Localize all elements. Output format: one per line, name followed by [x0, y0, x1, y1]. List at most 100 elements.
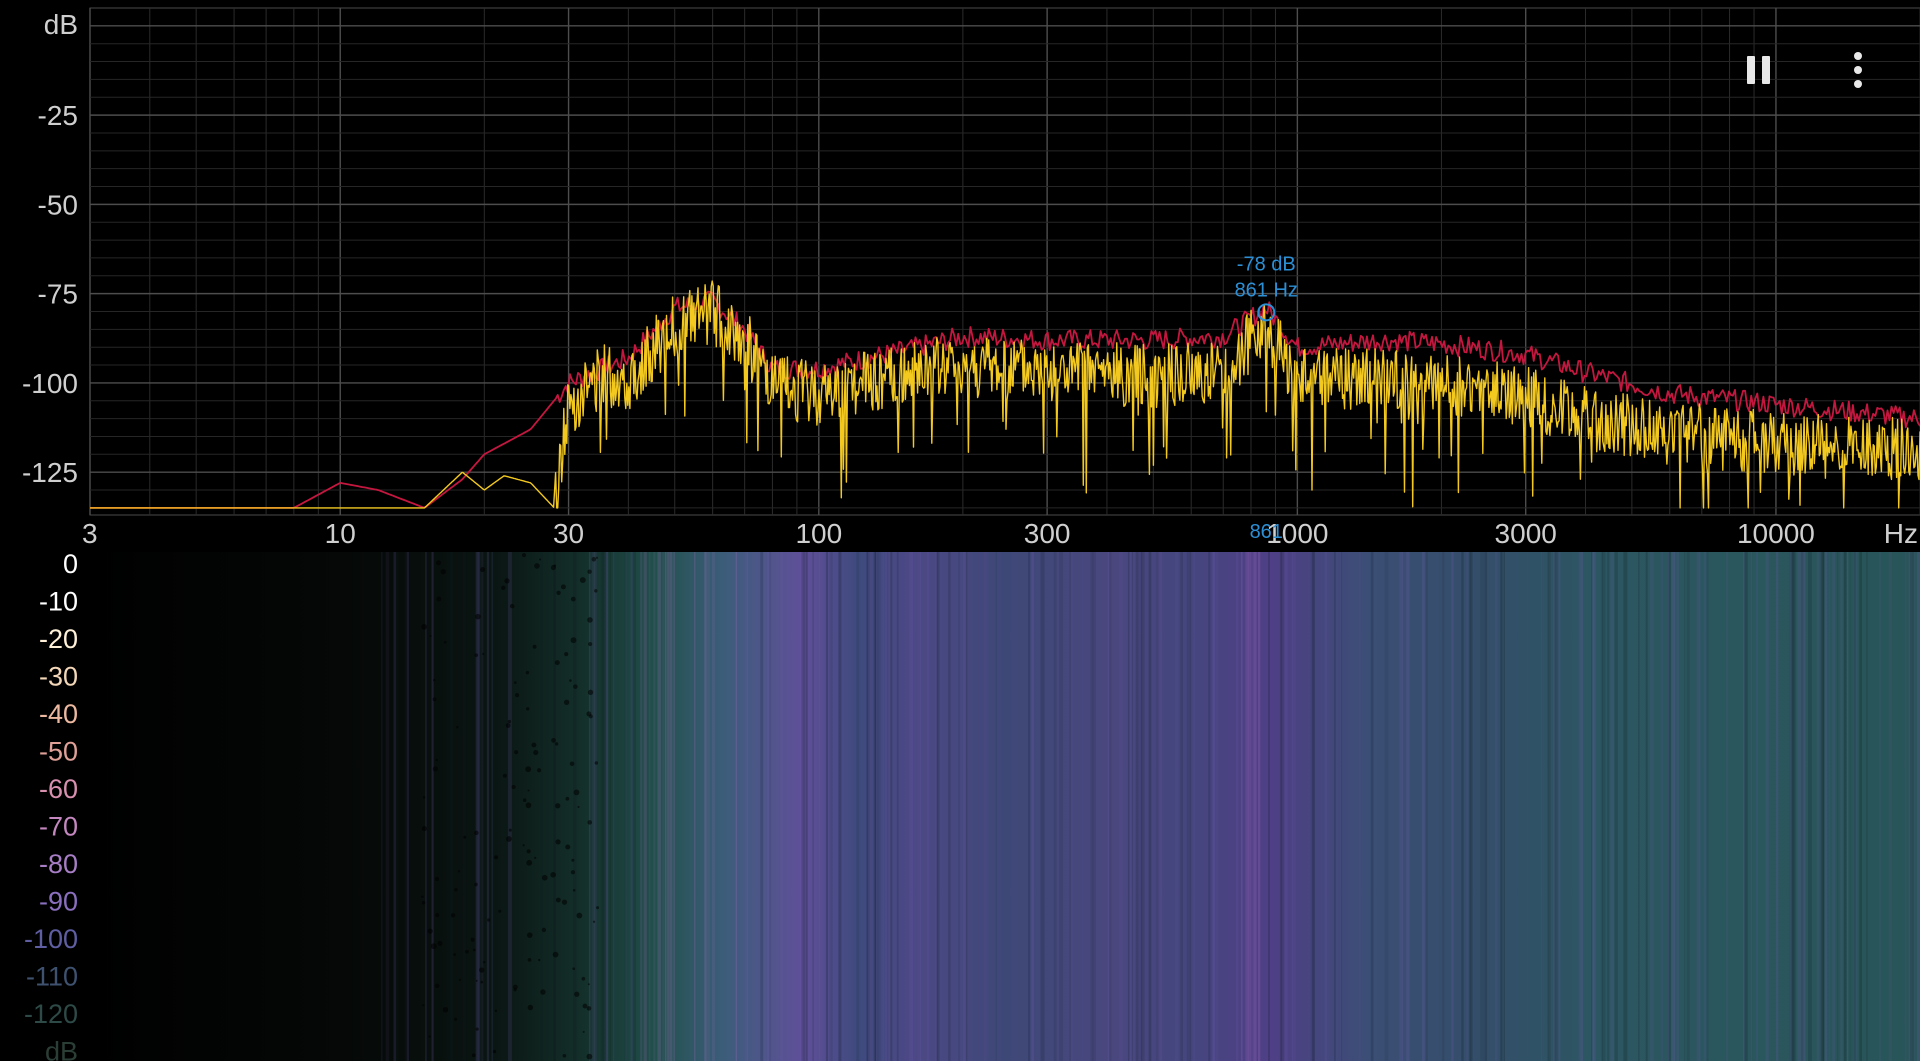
- spectrogram-streak: [746, 552, 749, 1061]
- spectrogram-speckle: [478, 967, 485, 973]
- spectrogram-streak: [705, 552, 710, 1061]
- spectrogram-speckle: [526, 859, 533, 866]
- spectrogram-streak: [481, 552, 484, 1061]
- spectrogram-speckle: [554, 742, 559, 746]
- spectrogram-streak: [882, 552, 884, 1061]
- spectrogram-speckle: [456, 726, 459, 729]
- spectrogram-streak: [1888, 552, 1893, 1061]
- x-tick-label: 10000: [1737, 518, 1815, 549]
- spectrogram-streak: [1853, 552, 1858, 1061]
- spectrogram-speckle: [505, 723, 511, 728]
- spectrogram-speckle: [494, 1009, 498, 1013]
- spectrogram-streak: [1268, 552, 1270, 1061]
- spectrogram-speckle: [471, 1053, 476, 1058]
- spectrogram-streak: [1828, 552, 1831, 1061]
- spectrogram-streak: [1141, 552, 1144, 1061]
- spectrogram-speckle: [541, 874, 548, 881]
- spectrogram-speckle: [513, 988, 517, 992]
- spectrogram-streak: [1775, 552, 1779, 1061]
- spectrogram-speckle: [432, 697, 437, 702]
- spectrogram-streak: [948, 552, 951, 1061]
- spectrogram-streak: [1797, 552, 1802, 1061]
- spectrogram-streak: [381, 552, 383, 1061]
- spectrogram-streak: [1127, 552, 1130, 1061]
- spectrogram-speckle: [434, 983, 440, 989]
- spectrogram-streak: [920, 552, 922, 1061]
- spectrogram-streak: [1215, 552, 1219, 1061]
- peak-hz-label: 861 Hz: [1235, 279, 1298, 301]
- spectrogram-streak: [1699, 552, 1701, 1061]
- spectrogram-speckle: [587, 689, 594, 695]
- spectrogram-speckle: [587, 820, 593, 825]
- spectrogram-streak: [1406, 552, 1410, 1061]
- spectrogram-speckle: [527, 957, 532, 962]
- spectrogram-speckle: [560, 584, 566, 590]
- spectrogram-speckle: [569, 679, 572, 682]
- scale-tick-label: -40: [39, 699, 78, 729]
- spectrogram-streak: [1107, 552, 1109, 1061]
- spectrogram-speckle: [501, 585, 506, 591]
- spectrogram-speckle: [436, 596, 442, 602]
- spectrogram-streak: [1247, 552, 1252, 1061]
- spectrogram-streak: [1843, 552, 1847, 1061]
- spectrogram-speckle: [492, 1049, 497, 1054]
- spectrogram-streak: [486, 552, 490, 1061]
- spectrogram-streak: [653, 552, 656, 1061]
- y-tick-label: -50: [38, 189, 78, 220]
- spectrogram-streak: [1424, 552, 1428, 1061]
- spectrogram-streak: [1849, 552, 1852, 1061]
- scale-tick-label: -70: [39, 812, 78, 842]
- spectrogram-speckle: [554, 660, 560, 666]
- spectrogram-streak: [960, 552, 962, 1061]
- spectrogram-speckle: [480, 980, 484, 984]
- more-options-button[interactable]: [1836, 48, 1880, 92]
- spectrogram-streak: [1840, 552, 1843, 1061]
- spectrogram-speckle: [508, 828, 512, 832]
- spectrogram-streak: [475, 552, 478, 1061]
- spectrogram-speckle: [556, 590, 561, 596]
- spectrogram-speckle: [570, 637, 577, 644]
- spectrogram-streak: [1053, 552, 1057, 1061]
- spectrogram-speckle: [421, 895, 424, 899]
- spectrogram-streak: [1257, 552, 1261, 1061]
- spectrogram-streak: [760, 552, 764, 1061]
- spectrogram-streak: [896, 552, 899, 1061]
- spectrogram-speckle: [454, 1017, 458, 1021]
- spectrogram-streak: [958, 552, 960, 1061]
- spectrogram-streak: [1401, 552, 1403, 1061]
- spectrogram-streak: [1180, 552, 1184, 1061]
- spectrogram-speckle: [550, 871, 556, 878]
- spectrogram-streak: [1846, 552, 1849, 1061]
- spectrogram-streak: [1910, 552, 1914, 1061]
- spectrogram-speckle: [581, 976, 586, 981]
- spectrogram-streak: [573, 552, 577, 1061]
- spectrum-panel[interactable]: -25 -50 -75 -100 -125 dB 3 10 30 100 300 1000 3000 10…: [0, 0, 1920, 552]
- spectrogram-streak: [667, 552, 670, 1061]
- spectrogram-streak: [507, 552, 512, 1061]
- spectrogram-speckle: [521, 552, 527, 558]
- spectrogram-streak: [1284, 552, 1288, 1061]
- pause-button[interactable]: [1736, 48, 1780, 92]
- spectrogram-streak: [673, 552, 676, 1061]
- spectrogram-speckle: [514, 692, 520, 698]
- spectrogram-speckle: [453, 953, 457, 956]
- scale-tick-label: -80: [39, 849, 78, 879]
- spectrogram-streak: [1649, 552, 1654, 1061]
- x-unit-label: Hz: [1884, 518, 1918, 549]
- spectrogram-speckle: [561, 899, 568, 905]
- spectrogram-streak: [540, 552, 543, 1061]
- spectrum-chart[interactable]: -25-50-75-100-125dB3 10 30 100 300 1000 3000 10…: [0, 0, 1920, 552]
- spectrogram-speckle: [592, 920, 596, 923]
- spectrogram-speckle: [450, 913, 456, 918]
- spectrogram-streak: [648, 552, 651, 1061]
- spectrogram-speckle: [572, 888, 576, 892]
- spectrogram-speckle: [474, 882, 478, 887]
- spectrogram-speckle: [494, 855, 499, 860]
- spectrogram-streak: [1334, 552, 1336, 1061]
- scale-tick-label: -120: [24, 999, 78, 1029]
- spectrogram-streak: [404, 552, 407, 1061]
- spectrogram-speckle: [552, 951, 559, 958]
- spectrogram-speckle: [482, 652, 485, 656]
- spectrogram-streak: [812, 552, 814, 1061]
- spectrogram-streak: [1291, 552, 1294, 1061]
